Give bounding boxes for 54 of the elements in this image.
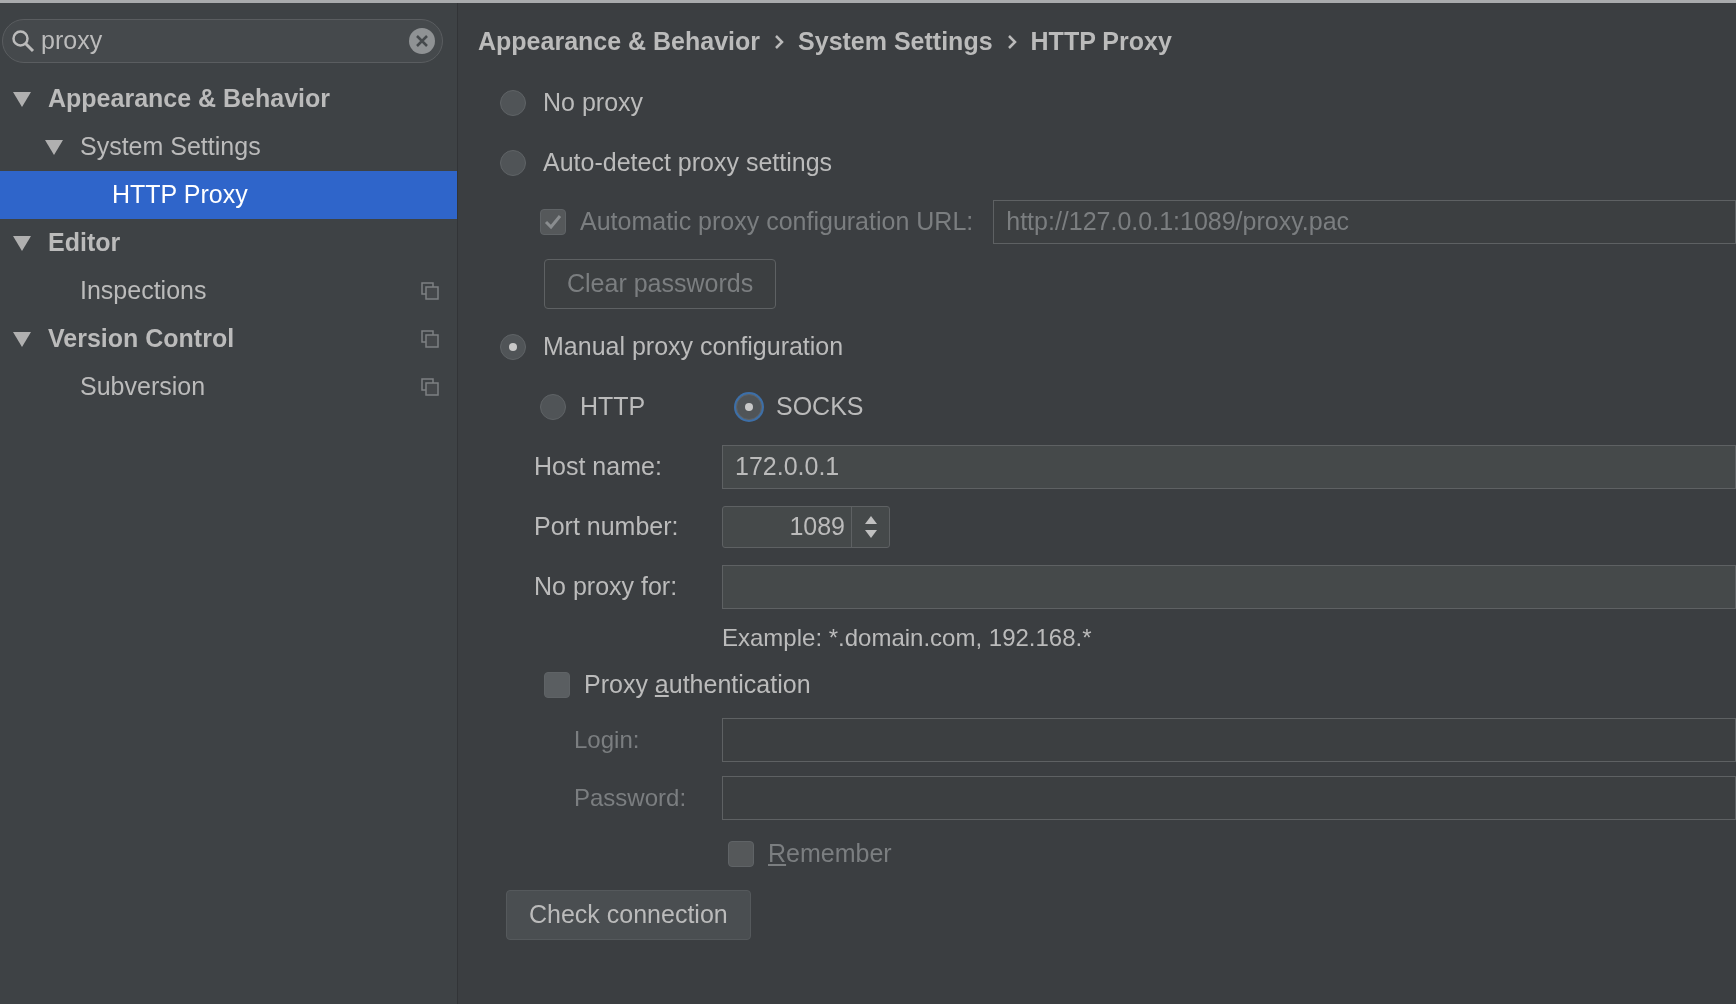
field-label: Password: [574, 783, 688, 813]
checkmark-icon [543, 212, 563, 232]
expanded-triangle-icon[interactable] [44, 138, 64, 156]
checkbox-label: Remember [768, 838, 892, 870]
copy-icon [421, 330, 439, 348]
tree-item[interactable]: Editor [0, 219, 457, 267]
tree-item-label: Inspections [80, 275, 207, 307]
chevron-right-icon [774, 34, 785, 50]
host-name-field[interactable]: 172.0.0.1 [722, 445, 1736, 489]
radio-button[interactable] [500, 150, 526, 176]
radio-label: Manual proxy configuration [543, 331, 844, 363]
tree-item-label: Subversion [80, 371, 206, 403]
tree-item-label: Editor [48, 227, 121, 259]
expanded-triangle-icon[interactable] [12, 234, 32, 252]
field-label: Port number: [534, 511, 680, 543]
radio-button[interactable] [736, 394, 762, 420]
tree-item[interactable]: Version Control [0, 315, 457, 363]
tree-item-label: System Settings [80, 131, 261, 163]
tree-item[interactable]: System Settings [0, 123, 457, 171]
tree-item-label: HTTP Proxy [112, 179, 248, 211]
radio-button[interactable] [500, 334, 526, 360]
expanded-triangle-icon[interactable] [12, 90, 32, 108]
tree-item-label: Version Control [48, 323, 235, 355]
search-field[interactable]: proxy [2, 19, 443, 63]
hint-text: Example: *.domain.com, 192.168.* [722, 623, 1092, 653]
field-label: Host name: [534, 451, 663, 483]
tree-item[interactable]: Appearance & Behavior [0, 75, 457, 123]
radio-button[interactable] [500, 90, 526, 116]
check-connection-button[interactable]: Check connection [506, 890, 751, 940]
radio-label: No proxy [543, 87, 644, 119]
tree-item[interactable]: Inspections [0, 267, 457, 315]
breadcrumb-item: Appearance & Behavior [478, 26, 761, 58]
radio-label: SOCKS [776, 391, 864, 423]
checkbox[interactable] [544, 672, 570, 698]
breadcrumb-item: HTTP Proxy [1030, 26, 1172, 58]
checkbox-label: Automatic proxy configuration URL: [580, 206, 974, 238]
port-spinner[interactable]: 1089 [722, 506, 890, 548]
no-proxy-field[interactable] [722, 565, 1736, 609]
breadcrumb-item: System Settings [798, 26, 993, 58]
clear-icon[interactable] [408, 27, 436, 55]
tree-item-label: Appearance & Behavior [48, 83, 331, 115]
copy-icon [421, 378, 439, 396]
chevron-right-icon [1006, 34, 1017, 50]
expanded-triangle-icon[interactable] [12, 330, 32, 348]
checkbox-label: Proxy authentication [584, 669, 811, 701]
radio-label: Auto-detect proxy settings [543, 147, 833, 179]
tree-item[interactable]: Subversion [0, 363, 457, 411]
copy-icon [421, 282, 439, 300]
field-label: Login: [574, 725, 641, 755]
search-icon [11, 29, 35, 53]
field-label: No proxy for: [534, 571, 679, 603]
radio-label: HTTP [580, 391, 646, 423]
radio-button[interactable] [540, 394, 566, 420]
tree-item[interactable]: HTTP Proxy [0, 171, 457, 219]
